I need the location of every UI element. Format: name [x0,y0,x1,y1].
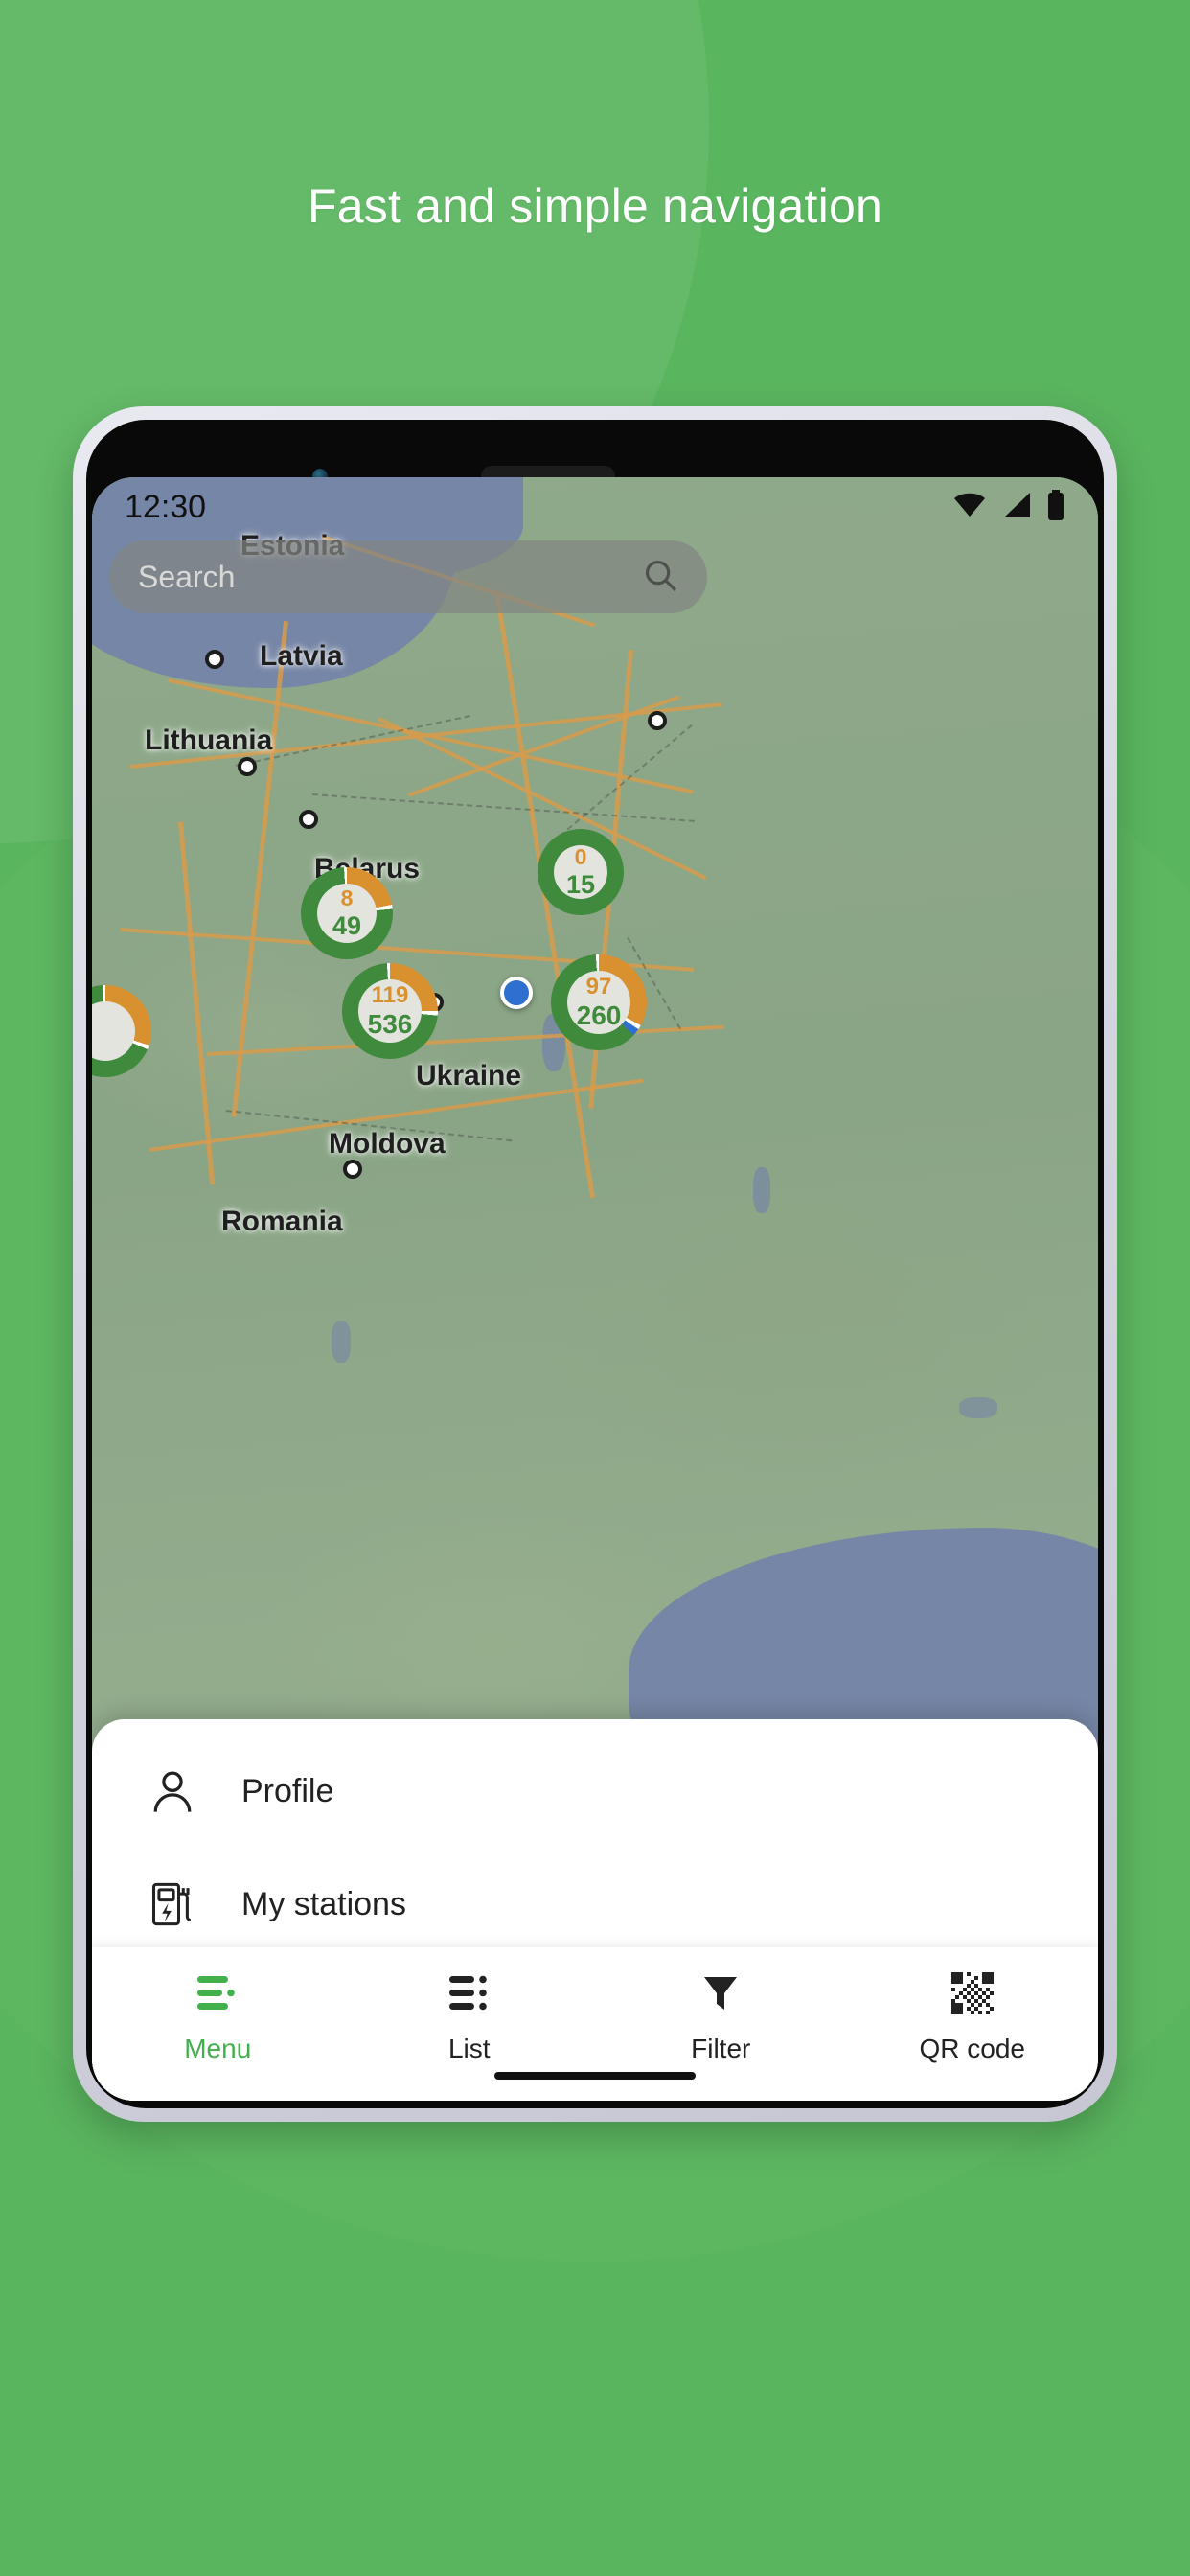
nav-item-label: QR code [919,2034,1026,2063]
nav-item-qr-code[interactable]: QR code [886,1968,1059,2064]
nav-item-filter[interactable]: Filter [634,1968,807,2064]
list-icon [446,1968,493,2018]
water-lake [753,1167,770,1213]
map-label-latvia: Latvia [260,640,343,672]
status-bar-clock: 12:30 [125,488,207,525]
person-icon [146,1764,199,1818]
map-label-romania: Romania [221,1206,343,1237]
phone-screen: Estonia Latvia Lithuania Belarus Ukraine… [92,477,1098,2101]
map-city-dot [299,810,318,829]
cluster-center: 119 536 [358,979,422,1043]
user-location-dot [500,977,533,1009]
nav-item-list[interactable]: List [383,1968,556,2064]
cluster-count-total: 15 [565,870,596,899]
map-label-lithuania: Lithuania [145,724,273,756]
promo-title: Fast and simple navigation [308,179,882,233]
menu-item-profile[interactable]: Profile [92,1735,1098,1848]
map-city-dot [238,757,257,776]
cellular-signal-icon [1000,491,1033,524]
map-label-moldova: Moldova [329,1128,446,1160]
cluster-count-total: 49 [332,911,362,940]
cluster-count-available: 97 [585,974,612,1000]
battery-icon [1046,489,1065,525]
cluster-center: 8 49 [317,884,377,943]
status-bar-icons [952,489,1065,525]
map-city-dot [343,1160,362,1179]
cluster-count-available: 8 [340,886,354,910]
charging-station-icon [146,1877,199,1931]
cluster-center: 97 260 [567,971,630,1034]
menu-item-label: Profile [241,1772,334,1809]
cluster-center: 0 15 [554,845,607,899]
cluster-count-available: 119 [371,982,409,1008]
menu-item-my-stations[interactable]: My stations [92,1848,1098,1961]
cluster-count-available: 0 [574,844,587,869]
water-lake [959,1397,997,1418]
search-input[interactable]: Search [138,560,642,595]
filter-icon [698,1968,743,2018]
cluster-marker-kharkiv[interactable]: 97 260 [551,954,647,1050]
search-icon[interactable] [642,557,678,598]
menu-item-label: My stations [241,1885,406,1922]
nav-item-menu[interactable]: Menu [131,1968,304,2064]
map-city-dot [648,711,667,730]
water-lake [332,1321,351,1363]
qr-code-icon [950,1968,994,2018]
home-indicator [494,2072,696,2080]
cluster-marker-kyiv[interactable]: 119 536 [342,963,438,1059]
status-bar: 12:30 [92,477,1098,537]
cluster-marker-belarus[interactable]: 8 49 [301,867,393,959]
wifi-icon [952,491,987,524]
nav-item-label: Menu [184,2034,252,2063]
menu-list-icon [194,1968,241,2018]
cluster-count-total: 536 [367,1009,413,1039]
cluster-marker-east[interactable]: 0 15 [538,829,624,915]
bottom-navigation-bar: Menu List Filter QR code [92,1947,1098,2101]
map-city-dot [205,650,224,669]
map-label-ukraine: Ukraine [416,1060,522,1092]
cluster-count-total: 260 [576,1000,622,1030]
search-bar[interactable]: Search [109,540,707,613]
nav-item-label: Filter [691,2034,751,2063]
phone-mockup: Estonia Latvia Lithuania Belarus Ukraine… [73,406,1117,2122]
nav-item-label: List [447,2034,491,2063]
